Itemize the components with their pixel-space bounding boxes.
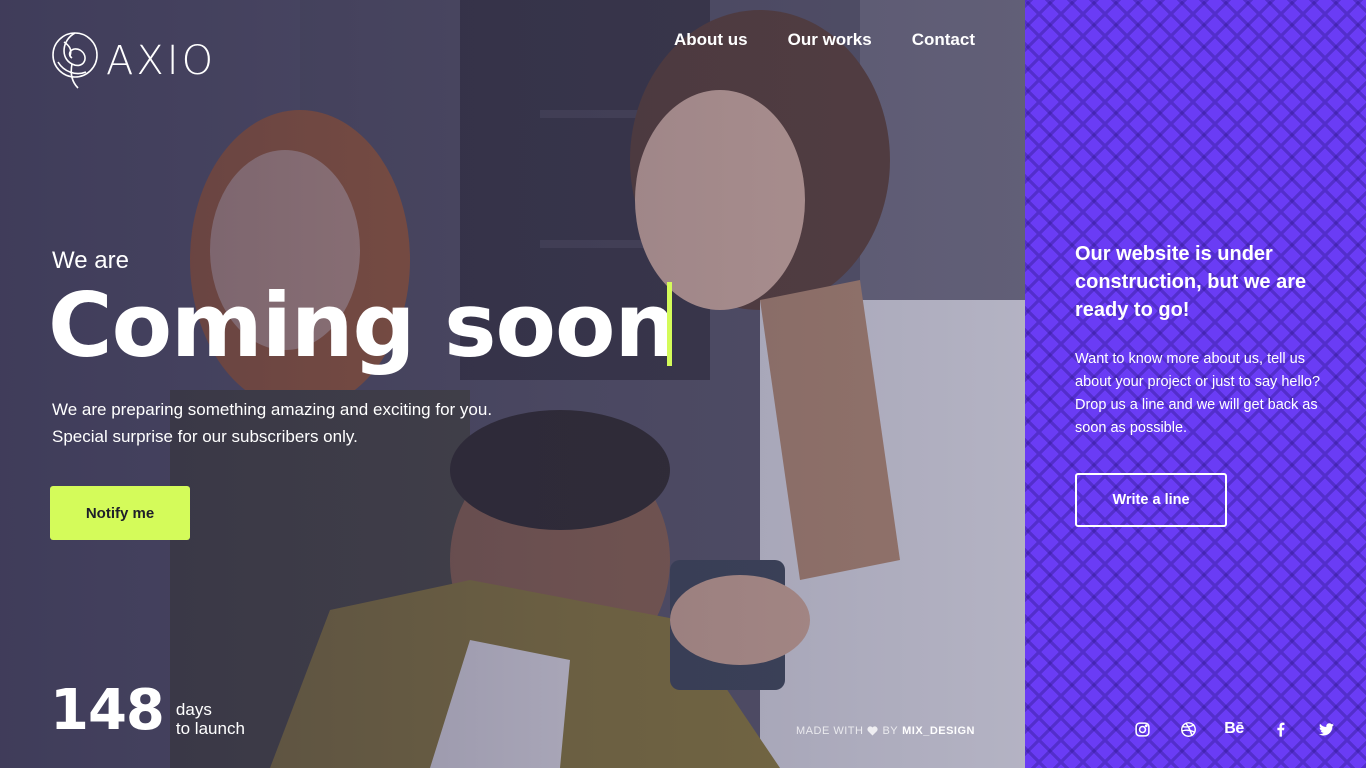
logo-mark-icon [52,32,98,89]
nav-item-contact[interactable]: Contact [912,30,975,50]
footer-credit: MADE WITH BY MIX_DESIGN [796,725,975,737]
panel-text: Want to know more about us, tell us abou… [1075,351,1321,436]
credit-middle: BY [882,725,899,737]
notify-me-button[interactable]: Notify me [50,486,190,540]
hero-lead-line-2: Special surprise for our subscribers onl… [52,427,358,446]
nav-item-our-works[interactable]: Our works [788,30,872,50]
social-links: Bē [1119,719,1349,739]
facebook-icon [1276,722,1284,737]
countdown-unit: days [175,700,212,719]
behance-link[interactable]: Bē [1211,719,1257,739]
typing-cursor [667,282,672,366]
main-nav: About us Our works Contact [674,30,975,50]
credit-prefix: MADE WITH [796,725,864,737]
nav-item-about-us[interactable]: About us [674,30,748,50]
panel-title: Our website is under construction, but w… [1075,243,1307,321]
behance-icon: Bē [1224,720,1244,737]
credit-author-link[interactable]: MIX_DESIGN [902,725,975,737]
write-a-line-button[interactable]: Write a line [1075,473,1227,527]
brand-name: AXIO [106,38,217,84]
hero-title: Coming soon [48,274,677,377]
instagram-icon [1134,721,1150,737]
dribbble-link[interactable] [1165,719,1211,739]
countdown-label: days to launch [176,700,245,742]
hero-lead: We are preparing something amazing and e… [52,396,572,450]
hero-lead-line-1: We are preparing something amazing and e… [52,400,493,419]
countdown-caption: to launch [175,719,245,738]
twitter-icon [1318,722,1334,736]
hero-section [0,0,1025,768]
twitter-link[interactable] [1303,719,1349,739]
launch-countdown: 148 days to launch [50,680,245,742]
hero-pre-title: We are [52,247,129,274]
facebook-link[interactable] [1257,719,1303,739]
heart-icon [867,726,879,736]
instagram-link[interactable] [1119,719,1165,739]
contact-panel: Our website is under construction, but w… [1025,0,1366,768]
brand-logo[interactable]: AXIO [50,28,216,90]
photo-overlay [0,0,1025,768]
dribbble-icon [1180,721,1196,737]
countdown-value: 148 [50,678,165,743]
